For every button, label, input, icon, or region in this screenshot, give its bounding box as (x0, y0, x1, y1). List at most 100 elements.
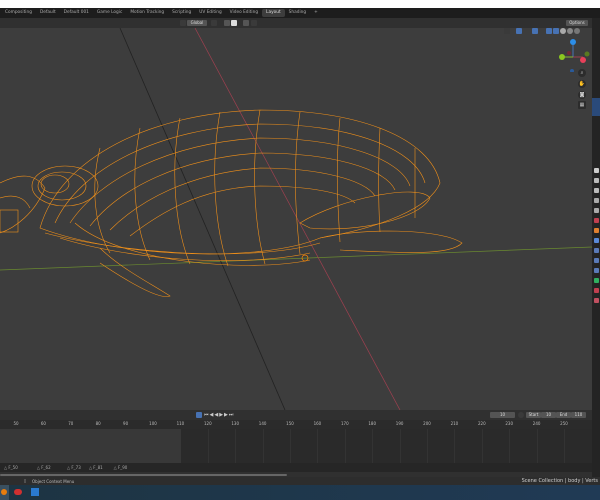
tab-uv-editing[interactable]: UV Editing (195, 9, 225, 17)
camera-view-icon[interactable]: ◙ (578, 91, 586, 99)
3d-viewport[interactable]: ⌕ ✋ ◙ ▦ (0, 28, 592, 410)
viewport-header: Global Options (0, 18, 592, 28)
frame-gridline (454, 429, 456, 463)
zoom-view-icon[interactable]: ⌕ (578, 69, 586, 77)
frame-tick: 60 (40, 421, 46, 426)
frame-tick: 240 (532, 421, 541, 426)
render-tab-icon[interactable] (594, 178, 599, 183)
transform-orientation-dropdown[interactable]: Global (187, 20, 207, 26)
modifier-tab-icon[interactable] (594, 238, 599, 243)
perspective-toggle-icon[interactable]: ▦ (578, 101, 586, 109)
end-label: End (556, 412, 571, 418)
material-tab-icon[interactable] (594, 288, 599, 293)
current-frame-field[interactable]: 10 (490, 412, 515, 418)
shading-rendered-icon[interactable] (574, 28, 580, 34)
timeline-header: ⏮◀◀▶▶⏭ 10 Start 10 End 110 (0, 410, 592, 420)
physics-tab-icon[interactable] (594, 258, 599, 263)
tab-motion-tracking[interactable]: Motion Tracking (126, 9, 168, 17)
falloff-icon[interactable] (251, 20, 257, 26)
timeline-marker[interactable]: △ F_50 (4, 465, 18, 470)
stopwatch-icon[interactable] (518, 412, 524, 418)
tab-game-logic[interactable]: Game Logic (93, 9, 126, 17)
gizmo-toggle-icon[interactable] (516, 28, 522, 34)
gizmo-z-axis (570, 39, 576, 45)
tab-video-editing[interactable]: Video Editing (226, 9, 262, 17)
tab-default[interactable]: Default (36, 9, 60, 17)
tab-shading[interactable]: Shading (285, 9, 310, 17)
frame-gridline (290, 429, 291, 463)
view-layer-tab-icon[interactable] (594, 198, 599, 203)
tab-scripting[interactable]: Scripting (168, 9, 195, 17)
timeline-scrollbar[interactable] (0, 474, 287, 476)
marker-label: F_62 (41, 465, 51, 470)
pan-view-icon[interactable]: ✋ (578, 80, 586, 88)
frame-gridline (344, 429, 346, 463)
add-workspace-button[interactable]: + (310, 9, 322, 17)
visibility-icon[interactable] (504, 28, 510, 34)
tool-tab-icon[interactable] (594, 168, 599, 173)
frame-gridline (207, 429, 209, 463)
xray-icon[interactable] (546, 28, 552, 34)
marker-label: F_81 (93, 465, 103, 470)
frame-tick: 90 (123, 421, 129, 426)
frame-tick: 50 (13, 421, 19, 426)
texture-tab-icon[interactable] (594, 298, 599, 303)
constraints-tab-icon[interactable] (594, 268, 599, 273)
frame-tick: 130 (231, 421, 240, 426)
viewport-canvas (0, 28, 592, 410)
output-tab-icon[interactable] (594, 188, 599, 193)
status-info: Scene Collection | body | Verts (521, 477, 598, 484)
frame-tick: 160 (313, 421, 322, 426)
shading-material-icon[interactable] (567, 28, 573, 34)
frame-gridline (235, 429, 237, 463)
orientation-icon[interactable] (180, 20, 186, 26)
frame-tick: 70 (68, 421, 74, 426)
timeline-marker[interactable]: △ F_81 (89, 465, 103, 470)
data-tab-icon[interactable] (594, 278, 599, 283)
tab-compositing[interactable]: Compositing (1, 9, 36, 17)
window-top-edge (0, 0, 600, 8)
shading-wireframe-icon[interactable] (553, 28, 559, 34)
marker-label: F_73 (71, 465, 81, 470)
timeline-ruler[interactable]: 50 60 70 80 90 100 110 120 130 140 150 160 170 180 190… (0, 420, 592, 429)
snap-target-icon[interactable] (231, 20, 237, 26)
proportional-edit-icon[interactable] (243, 20, 249, 26)
navigation-gizmo[interactable] (555, 38, 591, 72)
frame-tick: 230 (505, 421, 514, 426)
chat-app-icon[interactable] (14, 489, 22, 495)
frame-gridline (536, 429, 538, 463)
options-button[interactable]: Options (566, 20, 588, 26)
workspace-tab-bar: Compositing Default Default 001 Game Logic M… (0, 8, 600, 18)
properties-strip[interactable] (592, 18, 600, 477)
shading-solid-icon[interactable] (560, 28, 566, 34)
particles-tab-icon[interactable] (594, 248, 599, 253)
marker-row[interactable]: △ F_50 △ F_62 △ F_73 △ F_81 △ F_90 (0, 463, 592, 472)
frame-tick: 140 (258, 421, 267, 426)
photos-app-icon[interactable] (31, 488, 39, 496)
playback-controls[interactable]: ⏮◀◀▶▶⏭ (204, 412, 234, 418)
x-axis-line (194, 28, 401, 410)
status-bar: ▯ Object Context Menu Scene Collection |… (0, 477, 600, 485)
blender-taskbar-icon[interactable] (0, 485, 9, 500)
overlay-toggle-icon[interactable] (532, 28, 538, 34)
object-tab-icon[interactable] (594, 228, 599, 233)
frame-tick: 110 (176, 421, 185, 426)
marker-label: F_90 (117, 465, 128, 470)
timeline-marker[interactable]: △ F_73 (67, 465, 81, 470)
timeline-marker[interactable]: △ F_62 (37, 465, 51, 470)
tab-layout[interactable]: Layout (262, 9, 285, 17)
snap-icon[interactable] (224, 20, 230, 26)
turtle-wireframe (0, 109, 463, 297)
frame-gridline (399, 429, 401, 463)
tab-default-001[interactable]: Default 001 (60, 9, 93, 17)
auto-keying-toggle[interactable] (196, 412, 202, 418)
frame-tick: 150 (286, 421, 294, 426)
end-frame-field[interactable]: 110 (571, 412, 586, 418)
start-frame-field[interactable]: 10 (541, 412, 556, 418)
pivot-icon[interactable] (211, 20, 217, 26)
scene-tab-icon[interactable] (594, 208, 599, 213)
gizmo-neg-x (567, 51, 571, 55)
timeline-marker[interactable]: △ F_90 (114, 465, 128, 470)
world-tab-icon[interactable] (594, 218, 599, 223)
frame-gridline (427, 429, 428, 463)
